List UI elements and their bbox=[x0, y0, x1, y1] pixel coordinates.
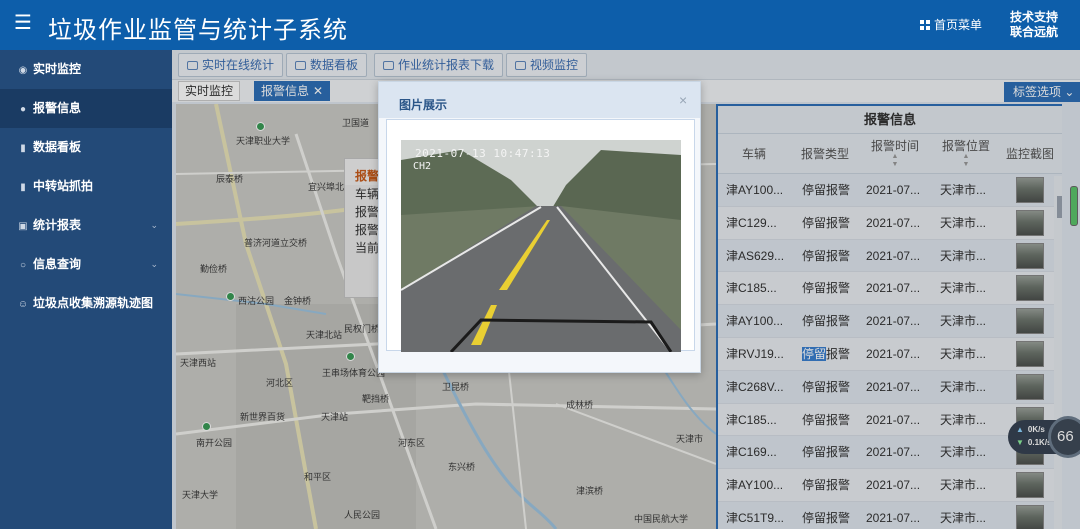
sidebar-item-label: 报警信息 bbox=[33, 101, 82, 115]
sidebar-item-label: 信息查询 bbox=[33, 257, 82, 271]
sidebar-item-realtime-monitor[interactable]: ◉ 实时监控 bbox=[0, 50, 172, 89]
sidebar-item-trace-map[interactable]: ☺ 垃圾点收集溯源轨迹图 bbox=[0, 284, 172, 323]
clipboard-icon: ▣ bbox=[18, 221, 28, 232]
close-icon[interactable]: × bbox=[679, 92, 687, 108]
photo-channel: CH2 bbox=[413, 161, 432, 172]
support-line1: 技术支持 bbox=[1010, 10, 1059, 24]
sidebar-item-info-query[interactable]: ○ 信息查询 ⌄ bbox=[0, 245, 172, 284]
bulb-icon: ● bbox=[19, 104, 27, 115]
modal-title: 图片展示 bbox=[399, 98, 448, 112]
circle-icon: ○ bbox=[19, 260, 27, 271]
home-menu-label: 首页菜单 bbox=[934, 18, 983, 32]
user-icon: ☺ bbox=[17, 299, 29, 310]
sidebar-item-transfer-capture[interactable]: ▮ 中转站抓拍 bbox=[0, 167, 172, 206]
support-line2: 联合远航 bbox=[1010, 25, 1059, 39]
chevron-down-icon: ⌄ bbox=[150, 259, 158, 269]
home-menu-button[interactable]: 首页菜单 bbox=[920, 16, 982, 33]
modal-header: 图片展示 × bbox=[379, 82, 700, 118]
grid-icon bbox=[920, 20, 930, 30]
support-info: 技术支持 联合远航 bbox=[1010, 10, 1058, 40]
hamburger-menu-icon[interactable]: ☰ bbox=[14, 13, 32, 33]
photo-timestamp: 2021-07-13 10:47:13 bbox=[415, 147, 551, 160]
image-preview-modal: 图片展示 × 2021-07-13 10:47:13 CH2 bbox=[378, 81, 701, 373]
location-icon: ◉ bbox=[18, 65, 28, 76]
chevron-down-icon: ⌄ bbox=[150, 220, 158, 230]
road-scene bbox=[401, 140, 681, 352]
sidebar-item-label: 统计报表 bbox=[33, 218, 82, 232]
sidebar-item-label: 数据看板 bbox=[33, 140, 82, 154]
sidebar-item-data-board[interactable]: ▮ 数据看板 bbox=[0, 128, 172, 167]
modal-body: 2021-07-13 10:47:13 CH2 bbox=[386, 119, 695, 352]
sidebar-item-alarm-info[interactable]: ● 报警信息 bbox=[0, 89, 172, 128]
sidebar-item-stat-report[interactable]: ▣ 统计报表 ⌄ bbox=[0, 206, 172, 245]
app-header: ☰ 垃圾作业监管与统计子系统 首页菜单 技术支持 联合远航 bbox=[0, 0, 1080, 50]
bar-chart-icon: ▮ bbox=[20, 182, 26, 193]
app-title: 垃圾作业监管与统计子系统 bbox=[48, 17, 348, 44]
sidebar-item-label: 中转站抓拍 bbox=[33, 179, 94, 193]
bar-chart-icon: ▮ bbox=[20, 143, 26, 154]
monitor-screenshot-image: 2021-07-13 10:47:13 CH2 bbox=[401, 140, 681, 352]
sidebar-item-label: 实时监控 bbox=[33, 62, 82, 76]
sidebar: ◉ 实时监控 ● 报警信息 ▮ 数据看板 ▮ 中转站抓拍 ▣ 统计报表 ⌄ ○ 信息查询 ⌄… bbox=[0, 50, 172, 529]
sidebar-item-label: 垃圾点收集溯源轨迹图 bbox=[33, 296, 154, 310]
